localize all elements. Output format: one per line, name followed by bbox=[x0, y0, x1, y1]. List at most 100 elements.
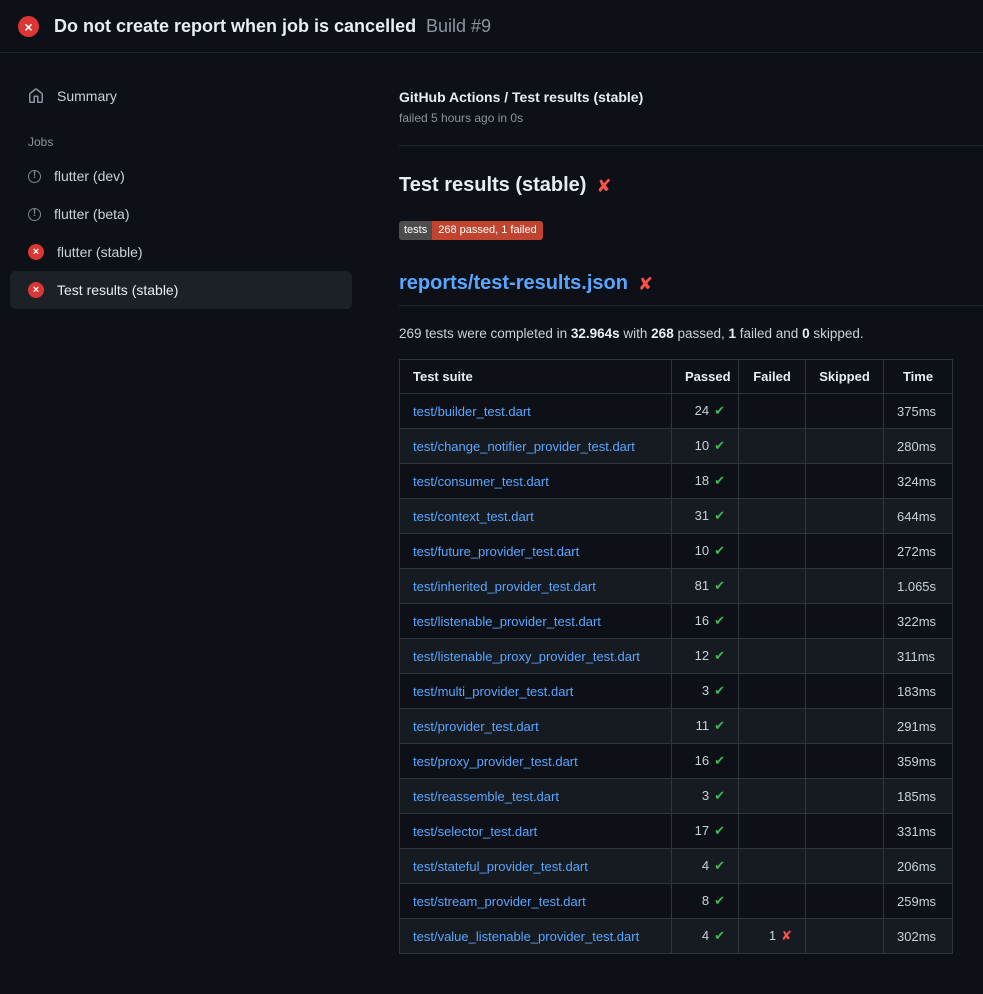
suite-cell: test/listenable_proxy_provider_test.dart bbox=[400, 639, 672, 674]
passed-cell: 18 ✔ bbox=[672, 464, 739, 499]
suite-cell: test/builder_test.dart bbox=[400, 394, 672, 429]
failed-cell bbox=[739, 429, 806, 464]
passed-cell: 17 ✔ bbox=[672, 814, 739, 849]
failed-cell bbox=[739, 639, 806, 674]
badge-label: tests bbox=[399, 221, 432, 240]
passed-cell-count: 16 bbox=[695, 613, 709, 628]
test-suite-link[interactable]: test/selector_test.dart bbox=[413, 824, 537, 839]
skipped-cell bbox=[806, 779, 884, 814]
sidebar-jobs-list: ! flutter (dev) !flutter (beta)×flutter (s… bbox=[10, 157, 352, 309]
time-cell: 185ms bbox=[884, 779, 953, 814]
sidebar-item-summary[interactable]: Summary bbox=[10, 77, 352, 115]
test-suite-link[interactable]: test/provider_test.dart bbox=[413, 719, 539, 734]
sidebar-item-flutter-stable[interactable]: ×flutter (stable) bbox=[10, 233, 352, 271]
test-suite-link[interactable]: test/multi_provider_test.dart bbox=[413, 684, 573, 699]
test-suite-link[interactable]: test/listenable_proxy_provider_test.dart bbox=[413, 649, 640, 664]
skipped-cell bbox=[806, 674, 884, 709]
passed-cell-count: 8 bbox=[702, 893, 709, 908]
passed-cell: 16 ✔ bbox=[672, 604, 739, 639]
passed-cell-count: 17 bbox=[695, 823, 709, 838]
passed-cell-count: 3 bbox=[702, 683, 709, 698]
summary-line: 269 tests were completed in 32.964s with… bbox=[399, 326, 983, 341]
table-row: test/provider_test.dart11✔291ms bbox=[400, 709, 953, 744]
test-suite-link[interactable]: test/listenable_provider_test.dart bbox=[413, 614, 601, 629]
table-row: test/selector_test.dart 17 ✔ 331ms bbox=[400, 814, 953, 849]
skipped-cell bbox=[806, 744, 884, 779]
test-suite-link[interactable]: test/stream_provider_test.dart bbox=[413, 894, 586, 909]
failed-cell bbox=[739, 394, 806, 429]
test-suite-link[interactable]: test/reassemble_test.dart bbox=[413, 789, 559, 804]
table-row: test/future_provider_test.dart10✔272ms bbox=[400, 534, 953, 569]
summary-text: with bbox=[620, 326, 652, 341]
failed-x-icon: ✘ bbox=[596, 177, 611, 195]
summary-skipped-count: 0 bbox=[802, 326, 810, 341]
check-icon: ✔ bbox=[714, 788, 725, 803]
sidebar-item-test-results-stable[interactable]: ×Test results (stable) bbox=[10, 271, 352, 309]
failed-cell bbox=[739, 814, 806, 849]
skipped-cell bbox=[806, 814, 884, 849]
passed-cell: 24✔ bbox=[672, 394, 739, 429]
jobs-section-heading: Jobs bbox=[10, 115, 352, 157]
report-file-link[interactable]: reports/test-results.json bbox=[399, 272, 628, 295]
neutral-status-icon: ! bbox=[28, 170, 41, 183]
skipped-cell bbox=[806, 499, 884, 534]
x-circle-icon: × bbox=[18, 16, 39, 37]
summary-duration: 32.964s bbox=[571, 326, 620, 341]
sidebar-item-flutter-beta[interactable]: !flutter (beta) bbox=[10, 195, 352, 233]
test-suite-link[interactable]: test/consumer_test.dart bbox=[413, 474, 549, 489]
table-row: test/inherited_provider_test.dart 81 ✔ 1.06… bbox=[400, 569, 953, 604]
failed-cell bbox=[739, 569, 806, 604]
time-cell: 272ms bbox=[884, 534, 953, 569]
table-row: test/stream_provider_test.dart8✔259ms bbox=[400, 884, 953, 919]
time-cell: 331ms bbox=[884, 814, 953, 849]
run-header: × Do not create report when job is cance… bbox=[0, 0, 983, 53]
neutral-status-icon: ! bbox=[28, 208, 41, 221]
sidebar-item-label: flutter (dev) bbox=[54, 168, 125, 184]
skipped-cell bbox=[806, 884, 884, 919]
sidebar-item-flutter-dev[interactable]: ! flutter (dev) bbox=[10, 157, 352, 195]
run-title: Do not create report when job is cancell… bbox=[54, 16, 416, 36]
passed-cell-count: 18 bbox=[695, 473, 709, 488]
passed-cell: 11✔ bbox=[672, 709, 739, 744]
test-suite-link[interactable]: test/context_test.dart bbox=[413, 509, 534, 524]
suite-cell: test/consumer_test.dart bbox=[400, 464, 672, 499]
test-suite-link[interactable]: test/future_provider_test.dart bbox=[413, 544, 579, 559]
passed-cell: 8✔ bbox=[672, 884, 739, 919]
test-suite-link[interactable]: test/stateful_provider_test.dart bbox=[413, 859, 588, 874]
test-suite-link[interactable]: test/change_notifier_provider_test.dart bbox=[413, 439, 635, 454]
passed-cell-count: 81 bbox=[695, 578, 709, 593]
passed-cell-count: 3 bbox=[702, 788, 709, 803]
passed-cell-count: 4 bbox=[702, 858, 709, 873]
test-suite-link[interactable]: test/proxy_provider_test.dart bbox=[413, 754, 578, 769]
test-suite-link[interactable]: test/builder_test.dart bbox=[413, 404, 531, 419]
test-results-table: Test suite Passed Failed Skipped Time te… bbox=[399, 359, 953, 954]
passed-cell-count: 16 bbox=[695, 753, 709, 768]
suite-cell: test/proxy_provider_test.dart bbox=[400, 744, 672, 779]
check-icon: ✔ bbox=[714, 613, 725, 628]
table-row: test/builder_test.dart 24✔ 375ms bbox=[400, 394, 953, 429]
check-icon: ✔ bbox=[714, 473, 725, 488]
check-icon: ✔ bbox=[714, 823, 725, 838]
time-cell: 324ms bbox=[884, 464, 953, 499]
header-passed: Passed bbox=[672, 360, 739, 394]
header-test-suite: Test suite bbox=[400, 360, 672, 394]
suite-cell: test/stream_provider_test.dart bbox=[400, 884, 672, 919]
time-cell: 1.065s bbox=[884, 569, 953, 604]
table-row: test/change_notifier_provider_test.dart1… bbox=[400, 429, 953, 464]
time-cell: 375ms bbox=[884, 394, 953, 429]
skipped-cell bbox=[806, 394, 884, 429]
suite-cell: test/value_listenable_provider_test.dart bbox=[400, 919, 672, 954]
skipped-cell bbox=[806, 849, 884, 884]
suite-cell: test/multi_provider_test.dart bbox=[400, 674, 672, 709]
table-row: test/context_test.dart31✔644ms bbox=[400, 499, 953, 534]
time-cell: 359ms bbox=[884, 744, 953, 779]
table-header-row: Test suite Passed Failed Skipped Time bbox=[400, 360, 953, 394]
test-suite-link[interactable]: test/value_listenable_provider_test.dart bbox=[413, 929, 639, 944]
failed-cell-count: 1 bbox=[769, 928, 776, 943]
failed-cell bbox=[739, 499, 806, 534]
check-icon: ✔ bbox=[714, 578, 725, 593]
passed-cell: 3✔ bbox=[672, 674, 739, 709]
test-suite-link[interactable]: test/inherited_provider_test.dart bbox=[413, 579, 596, 594]
test-table-body: test/builder_test.dart24✔375mstest/chang… bbox=[400, 394, 953, 954]
passed-cell-count: 10 bbox=[695, 543, 709, 558]
